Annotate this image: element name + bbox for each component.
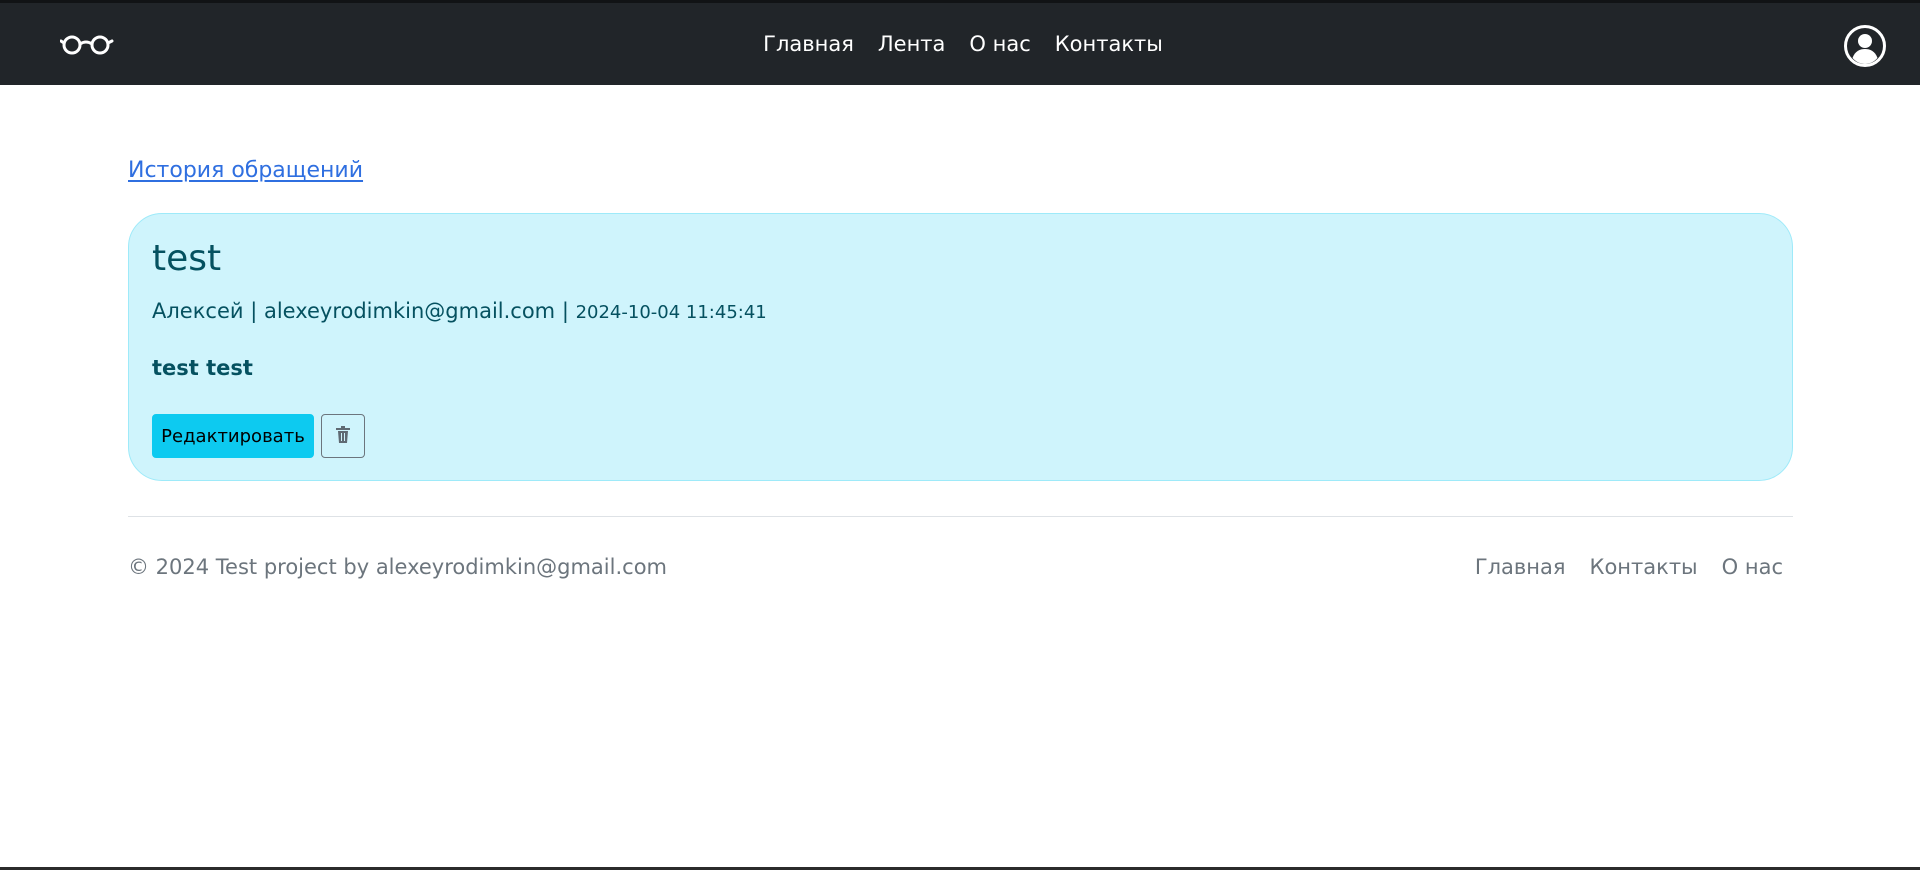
user-circle-icon[interactable] [1844,25,1886,67]
nav-link-home[interactable]: Главная [763,33,854,55]
nav-link-about[interactable]: О нас [969,33,1030,55]
main-nav: Главная Лента О нас Контакты [0,3,1920,85]
footer-divider [128,516,1793,517]
page: Главная Лента О нас Контакты История обр… [0,0,1920,870]
footer-link-contacts[interactable]: Контакты [1590,557,1698,578]
card-meta: Алексей | alexeyrodimkin@gmail.com | 202… [152,301,767,322]
meta-separator: | [555,299,576,323]
top-navbar: Главная Лента О нас Контакты [0,3,1920,85]
history-link[interactable]: История обращений [128,158,363,183]
author-name: Алексей [152,299,244,323]
edit-button[interactable]: Редактировать [152,414,314,458]
card-title: test [152,238,222,279]
footer-copyright: © 2024 Test project by alexeyrodimkin@gm… [128,555,667,579]
request-card: test Алексей | alexeyrodimkin@gmail.com … [128,213,1793,481]
nav-link-feed[interactable]: Лента [878,33,946,55]
timestamp: 2024-10-04 11:45:41 [575,302,767,323]
author-email: alexeyrodimkin@gmail.com [263,299,556,323]
delete-button[interactable] [321,414,365,458]
card-body-text: test test [152,356,253,380]
footer-link-home[interactable]: Главная [1475,557,1566,578]
nav-link-contacts[interactable]: Контакты [1055,33,1163,55]
trash-icon [335,425,351,447]
footer-link-about[interactable]: О нас [1722,557,1783,578]
meta-separator: | [243,299,264,323]
footer-nav: Главная Контакты О нас [1475,557,1783,578]
